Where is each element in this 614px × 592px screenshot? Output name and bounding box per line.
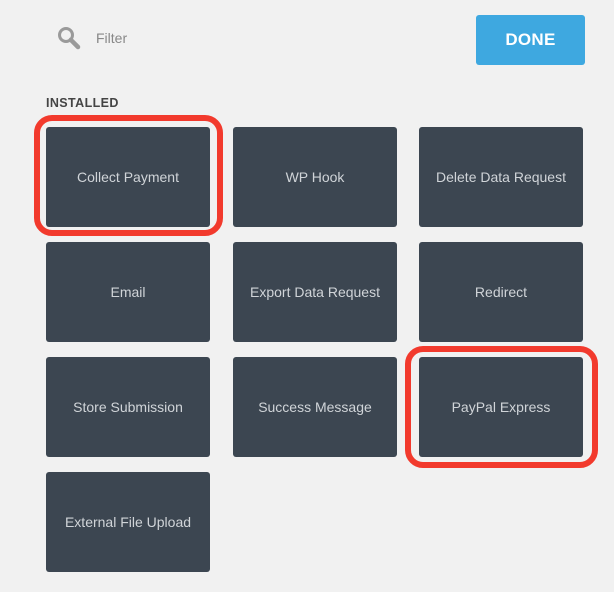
action-tile-label: Delete Data Request (436, 169, 566, 185)
action-tile-paypal-express[interactable]: PayPal Express (419, 357, 583, 457)
action-tile-label: WP Hook (285, 169, 345, 185)
action-tile-label: Success Message (258, 399, 372, 415)
action-tile-label: Email (110, 284, 146, 300)
search-icon (56, 25, 82, 51)
action-tile-email[interactable]: Email (46, 242, 210, 342)
action-tile-store-submission[interactable]: Store Submission (46, 357, 210, 457)
action-tile-success-message[interactable]: Success Message (233, 357, 397, 457)
action-tile-external-file-upload[interactable]: External File Upload (46, 472, 210, 572)
search-input[interactable] (96, 24, 356, 52)
action-tile-redirect[interactable]: Redirect (419, 242, 583, 342)
done-button[interactable]: DONE (476, 15, 585, 65)
action-tile-export-data-request[interactable]: Export Data Request (233, 242, 397, 342)
action-tile-collect-payment[interactable]: Collect Payment (46, 127, 210, 227)
action-tile-label: Collect Payment (77, 169, 179, 185)
action-tile-label: PayPal Express (451, 399, 551, 415)
search-bar (56, 24, 356, 52)
action-tile-label: Export Data Request (250, 284, 380, 300)
action-tile-delete-data-request[interactable]: Delete Data Request (419, 127, 583, 227)
action-tile-wp-hook[interactable]: WP Hook (233, 127, 397, 227)
action-tile-label: External File Upload (64, 514, 192, 530)
action-tile-label: Redirect (474, 284, 528, 300)
section-label-installed: INSTALLED (46, 96, 119, 110)
action-tile-label: Store Submission (73, 399, 183, 415)
